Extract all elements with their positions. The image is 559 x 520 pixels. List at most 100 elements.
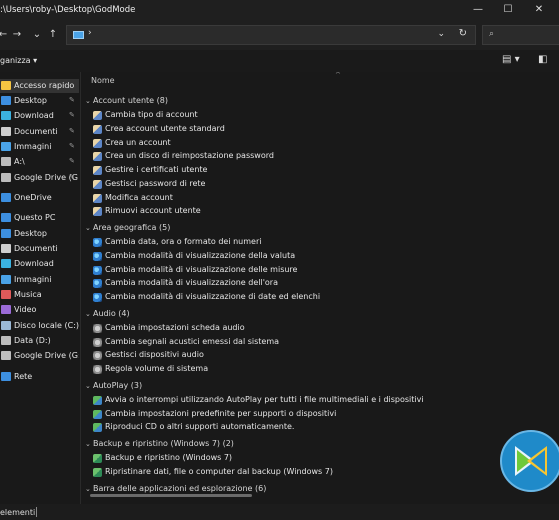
sidebar-item-label: Immagini — [14, 275, 52, 284]
sidebar-item[interactable]: Download — [0, 257, 79, 271]
refresh-button[interactable]: ↻ — [459, 28, 467, 39]
sidebar-item[interactable]: Musica — [0, 288, 79, 302]
control-panel-item-icon — [93, 409, 102, 419]
sidebar-item[interactable]: Desktop ✎ — [0, 94, 79, 108]
list-item-label: Cambia impostazioni scheda audio — [105, 322, 245, 332]
horizontal-scrollbar[interactable] — [90, 494, 252, 497]
pc-icon — [73, 31, 84, 39]
list-item-label: Crea un account — [105, 137, 171, 147]
control-panel-item-icon — [93, 467, 102, 477]
chevron-down-icon[interactable]: ⌄ — [85, 485, 93, 493]
list-item-label: Cambia modalità di visualizzazione di da… — [105, 292, 321, 301]
disk-icon — [1, 321, 11, 330]
download-icon — [1, 259, 11, 268]
list-item-label: Cambia modalità di visualizzazione della… — [105, 250, 296, 260]
sidebar-item[interactable]: A:\ ✎ — [0, 155, 79, 169]
window-title: :\Users\roby-\Desktop\GodMode — [0, 5, 136, 15]
list-item-label: Cambia data, ora o formato dei numeri — [105, 237, 262, 246]
address-bar[interactable]: › ⌄ ↻ — [66, 25, 476, 45]
chevron-down-icon[interactable]: ⌄ — [85, 224, 93, 232]
sidebar-item[interactable]: OneDrive — [0, 191, 79, 205]
sidebar-item[interactable]: Data (D:) — [0, 334, 79, 348]
control-panel-item-icon — [93, 293, 102, 302]
sidebar-item-label: Accesso rapido — [14, 81, 75, 90]
sidebar-item[interactable]: Accesso rapido — [0, 79, 79, 93]
navigation-pane: Accesso rapido Desktop ✎ Download ✎ Documenti… — [0, 72, 79, 504]
desktop-icon — [1, 96, 11, 105]
chevron-right-icon[interactable]: › — [88, 28, 92, 38]
sidebar-item-label: Desktop — [14, 96, 47, 105]
column-header-name[interactable]: Nome — [91, 76, 115, 85]
back-button[interactable]: ← — [0, 28, 10, 42]
sidebar-item-label: Documenti — [14, 127, 58, 136]
control-panel-item-icon — [93, 265, 102, 275]
sort-ascending-icon: ^ — [335, 72, 341, 79]
group-header[interactable]: ⌄ Account utente (8) — [85, 96, 168, 105]
list-item-label: Crea un disco di reimpostazione password — [105, 151, 274, 161]
list-item-label: Avvia o interrompi utilizzando AutoPlay … — [105, 394, 424, 404]
star-icon — [1, 81, 11, 90]
pin-icon: ✎ — [69, 127, 75, 135]
list-item-label: Backup e ripristino (Windows 7) — [105, 453, 233, 462]
sidebar-item-label: Download — [14, 259, 54, 268]
group-header[interactable]: ⌄ AutoPlay (3) — [85, 381, 142, 390]
address-dropdown-button[interactable]: ⌄ — [437, 29, 445, 39]
music-icon — [1, 290, 11, 299]
sidebar-item[interactable]: Google Drive (G ✎ — [0, 171, 79, 185]
list-item-label: Modifica account — [105, 192, 173, 202]
chevron-down-icon[interactable]: ⌄ — [85, 310, 93, 318]
group-header[interactable]: ⌄ Backup e ripristino (Windows 7) (2) — [85, 439, 234, 448]
minimize-button[interactable]: — — [466, 2, 490, 18]
list-item-label: Rimuovi account utente — [105, 206, 201, 216]
search-input[interactable]: ⌕ — [482, 25, 559, 45]
maximize-button[interactable]: ☐ — [496, 2, 520, 18]
control-panel-item-icon — [93, 454, 102, 463]
sidebar-item[interactable]: Documenti — [0, 242, 79, 256]
list-item-label: Cambia modalità di visualizzazione delle… — [105, 264, 298, 274]
control-panel-item-icon — [93, 138, 102, 148]
up-button[interactable]: ↑ — [46, 28, 60, 42]
sidebar-item[interactable]: Documenti ✎ — [0, 125, 79, 139]
group-header[interactable]: ⌄ Area geografica (5) — [85, 223, 170, 232]
group-header[interactable]: ⌄ Audio (4) — [85, 309, 130, 318]
control-panel-item-icon — [93, 238, 102, 247]
sidebar-item[interactable]: Video — [0, 303, 79, 317]
list-item-label: Gestire i certificati utente — [105, 165, 208, 174]
sidebar-item[interactable]: Google Drive (G:) — [0, 349, 79, 363]
download-icon — [1, 111, 11, 120]
control-panel-item-icon — [93, 179, 102, 189]
forward-button[interactable]: → — [10, 28, 24, 42]
control-panel-item-icon — [93, 351, 102, 361]
sidebar-item-label: Google Drive (G:) — [14, 351, 79, 360]
list-item-label: Crea account utente standard — [105, 123, 225, 133]
recent-locations-button[interactable]: ⌄ — [30, 28, 44, 42]
sidebar-item[interactable]: Immagini — [0, 273, 79, 287]
sidebar-item[interactable]: Questo PC — [0, 211, 79, 225]
sidebar-item[interactable]: Immagini ✎ — [0, 140, 79, 154]
preview-pane-button[interactable]: ◧ — [538, 54, 547, 65]
sidebar-item-label: Documenti — [14, 244, 58, 253]
sidebar-item[interactable]: Disco locale (C:) — [0, 319, 79, 333]
sidebar-item[interactable]: Desktop — [0, 227, 79, 241]
item-count: elementi — [0, 508, 36, 517]
close-button[interactable]: ✕ — [527, 2, 551, 18]
change-view-button[interactable]: ▤ ▾ — [502, 54, 520, 65]
list-item-label: Gestisci password di rete — [105, 178, 206, 188]
search-icon: ⌕ — [489, 29, 495, 39]
chevron-down-icon[interactable]: ⌄ — [85, 440, 93, 448]
list-item-label: Cambia segnali acustici emessi dal siste… — [105, 336, 280, 346]
chevron-down-icon[interactable]: ⌄ — [85, 97, 93, 105]
sidebar-item[interactable]: Rete — [0, 370, 79, 384]
sidebar-item-label: Desktop — [14, 229, 47, 238]
navigation-bar: ← → ⌄ ↑ › ⌄ ↻ ⌕ — [0, 22, 559, 50]
sidebar-item-label: Disco locale (C:) — [14, 321, 79, 330]
chevron-down-icon[interactable]: ⌄ — [85, 382, 93, 390]
google-drive-icon — [1, 173, 11, 182]
group-header[interactable]: ⌄ Barra delle applicazioni ed esplorazion… — [85, 484, 266, 493]
sidebar-item-label: Musica — [14, 290, 42, 299]
network-icon — [1, 372, 11, 381]
list-item-label: Riproduci CD o altri supporti automatica… — [105, 422, 295, 432]
sidebar-item-label: Questo PC — [14, 213, 56, 222]
sidebar-item[interactable]: Download ✎ — [0, 109, 79, 123]
organize-button[interactable]: ganizza ▾ — [0, 56, 37, 65]
